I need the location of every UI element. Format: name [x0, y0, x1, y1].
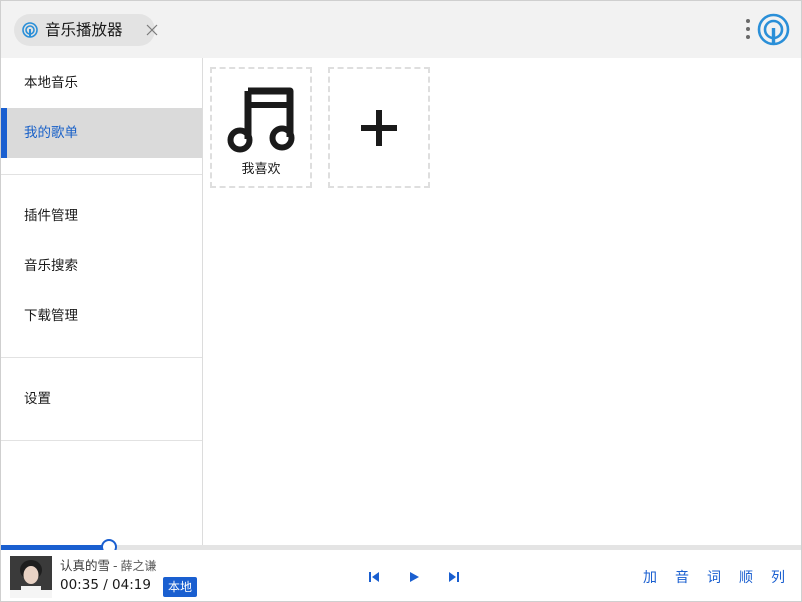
- app-window: 音乐播放器 本地音乐 我的歌单 插件管理 音乐搜索 下载管理 设置 我喜欢 认真…: [0, 0, 802, 602]
- playback-time: 00:35 / 04:19: [60, 577, 151, 593]
- app-logo-icon: [22, 22, 38, 38]
- sidebar-item-label: 本地音乐: [24, 75, 78, 91]
- sidebar-divider: [1, 357, 202, 358]
- close-icon[interactable]: [145, 23, 159, 37]
- sidebar-item-local-music[interactable]: 本地音乐: [1, 58, 202, 108]
- app-tab-label: 音乐播放器: [45, 21, 123, 39]
- sidebar: 本地音乐 我的歌单 插件管理 音乐搜索 下载管理 设置: [1, 58, 203, 546]
- play-mode-button[interactable]: 顺: [739, 567, 753, 587]
- add-playlist-button[interactable]: [328, 67, 430, 188]
- sidebar-divider: [1, 440, 202, 441]
- sidebar-divider: [1, 174, 202, 175]
- plus-icon: [361, 110, 397, 146]
- song-title: 认真的雪: [60, 558, 111, 573]
- more-vertical-icon[interactable]: [743, 17, 753, 43]
- brand-logo-icon[interactable]: [757, 13, 790, 46]
- playlist-card-favorites[interactable]: 我喜欢: [210, 67, 312, 188]
- sidebar-item-label: 插件管理: [24, 208, 78, 224]
- title-bar: 音乐播放器: [1, 1, 801, 58]
- sidebar-item-settings[interactable]: 设置: [1, 374, 202, 424]
- album-cover[interactable]: [10, 556, 52, 598]
- app-tab[interactable]: 音乐播放器: [14, 14, 158, 46]
- album-cover-art: [10, 556, 52, 598]
- previous-track-icon[interactable]: [367, 570, 381, 584]
- sidebar-item-download-manager[interactable]: 下载管理: [1, 291, 202, 341]
- sidebar-item-label: 我的歌单: [24, 125, 78, 141]
- volume-button[interactable]: 音: [675, 567, 689, 587]
- play-icon[interactable]: [407, 570, 421, 584]
- player-bar: 认真的雪 - 薛之谦 00:35 / 04:19 本地 加 音 词 顺 列: [1, 550, 801, 601]
- sidebar-item-label: 设置: [24, 391, 51, 407]
- sidebar-item-my-playlists[interactable]: 我的歌单: [1, 108, 202, 158]
- song-info: 认真的雪 - 薛之谦: [60, 555, 157, 574]
- playlist-grid: 我喜欢: [203, 58, 801, 546]
- sidebar-item-plugin-manager[interactable]: 插件管理: [1, 191, 202, 241]
- sidebar-item-label: 下载管理: [24, 308, 78, 324]
- next-track-icon[interactable]: [447, 570, 461, 584]
- add-to-playlist-button[interactable]: 加: [643, 567, 657, 587]
- queue-list-button[interactable]: 列: [771, 567, 785, 587]
- sidebar-item-music-search[interactable]: 音乐搜索: [1, 241, 202, 291]
- song-artist: 薛之谦: [120, 559, 157, 573]
- music-note-icon: [227, 87, 295, 153]
- local-badge: 本地: [163, 577, 197, 597]
- song-separator: -: [113, 558, 118, 573]
- sidebar-item-label: 音乐搜索: [24, 258, 78, 274]
- playlist-card-label: 我喜欢: [241, 162, 281, 177]
- lyrics-button[interactable]: 词: [707, 567, 721, 587]
